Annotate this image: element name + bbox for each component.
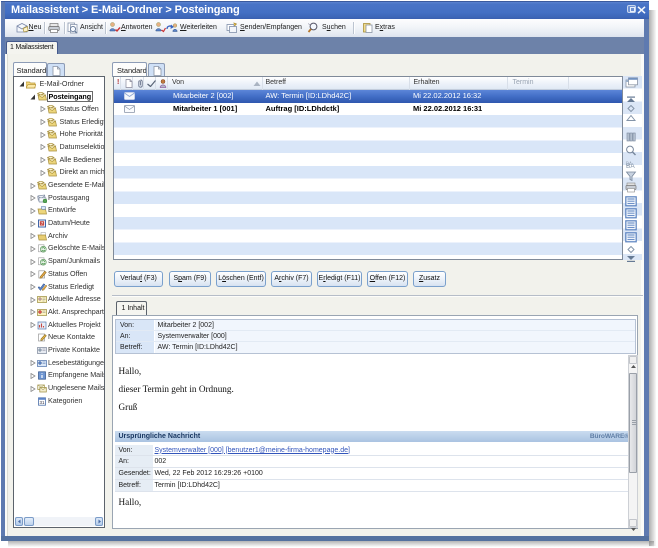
svg-text:BA: BA xyxy=(626,163,635,170)
svg-text:31: 31 xyxy=(39,400,45,405)
